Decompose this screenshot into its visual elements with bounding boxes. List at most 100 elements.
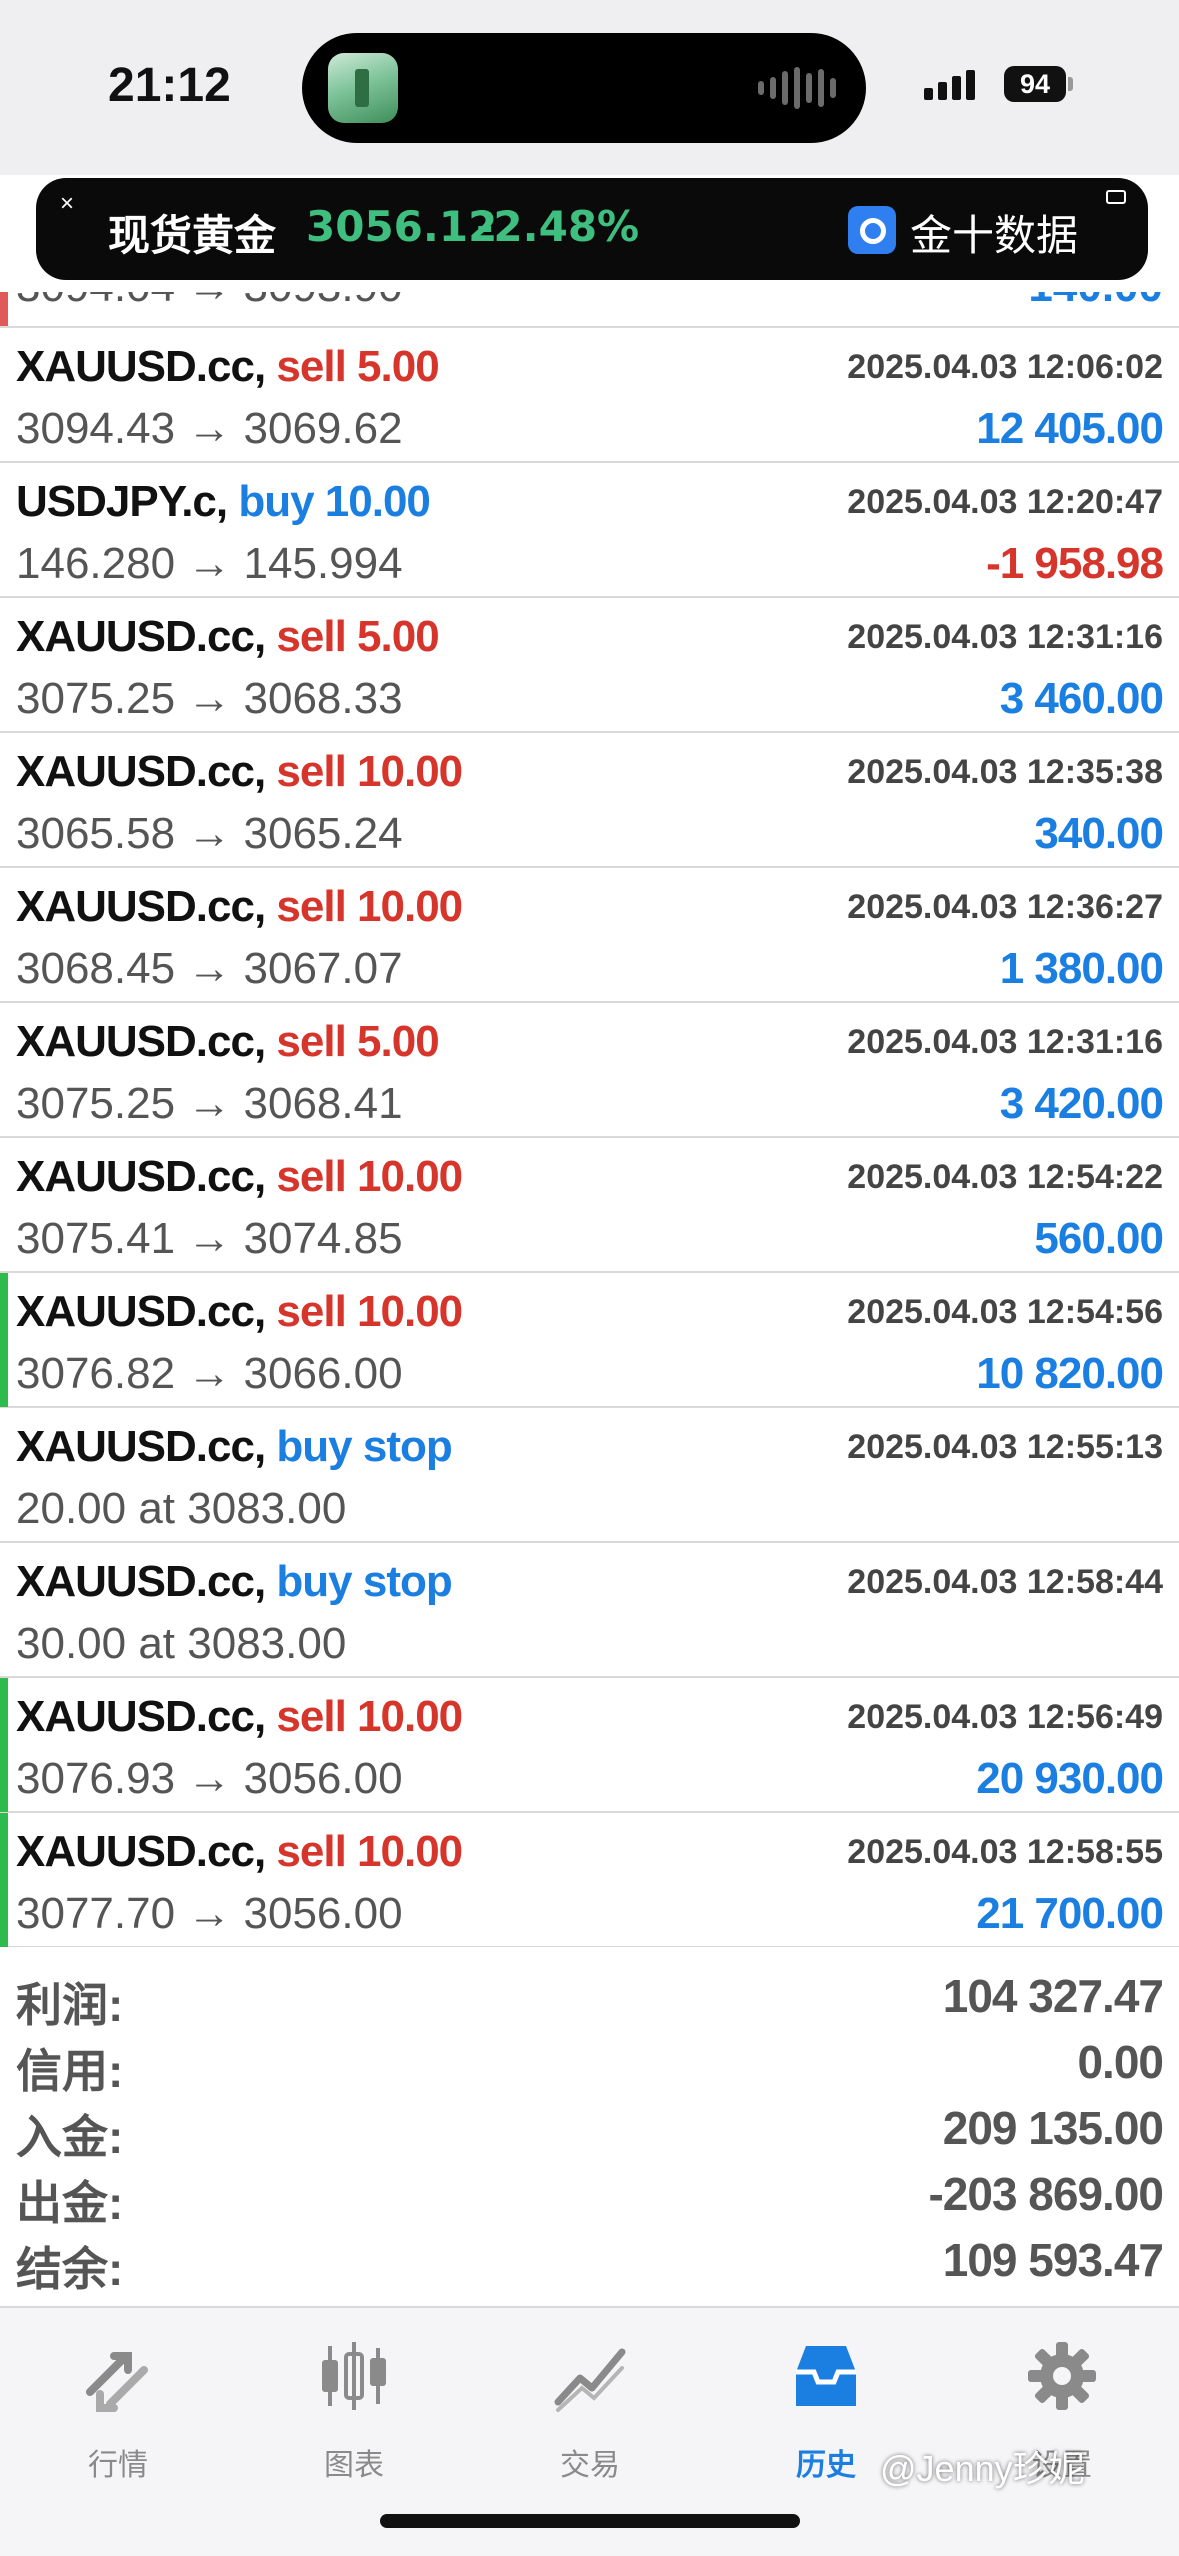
audio-waveform-icon	[758, 67, 836, 109]
symbol-name: XAUUSD.cc,	[16, 1557, 266, 1606]
summary-value: 104 327.47	[942, 1970, 1164, 2022]
row-indicator-bar	[0, 1273, 8, 1407]
summary-label: 利润:	[16, 1979, 124, 2031]
summary-label: 信用:	[16, 2045, 124, 2097]
battery-indicator: 94	[1004, 66, 1066, 102]
list-item[interactable]: XAUUSD.cc, buy stop 2025.04.03 12:55:13 20…	[0, 1408, 1179, 1543]
row-time: 2025.04.03 12:56:49	[847, 1698, 1163, 1736]
symbol-name: XAUUSD.cc,	[16, 1017, 266, 1066]
ticker-brand: 金十数据	[910, 212, 1079, 259]
candlestick-chart-icon	[322, 2342, 386, 2410]
row-profit: 3 460.00	[999, 674, 1164, 723]
summary-label: 入金:	[16, 2111, 124, 2163]
row-profit: 20 930.00	[976, 1754, 1164, 1803]
status-bar: 21:12 94	[0, 0, 1179, 175]
close-icon[interactable]: ×	[60, 190, 74, 218]
row-symbol: XAUUSD.cc, sell 10.00	[16, 1152, 463, 1202]
summary-row: 入金: 209 135.00	[0, 2093, 1179, 2163]
home-indicator[interactable]	[380, 2514, 800, 2528]
trade-action: sell 10.00	[276, 1827, 463, 1876]
row-prices: 146.280 → 145.994	[16, 539, 403, 588]
row-profit: 560.00	[1034, 1214, 1164, 1263]
list-item[interactable]: XAUUSD.cc, sell 10.00 2025.04.03 12:36:27…	[0, 868, 1179, 1003]
row-symbol: XAUUSD.cc, sell 5.00	[16, 1017, 440, 1067]
tab-charts[interactable]: 图表	[236, 2328, 472, 2482]
row-symbol: XAUUSD.cc, buy stop	[16, 1557, 453, 1607]
row-prices: 3068.45 → 3067.07	[16, 944, 403, 993]
list-item[interactable]: XAUUSD.cc, sell 5.00 2025.04.03 12:31:16 3…	[0, 1003, 1179, 1138]
row-time: 2025.04.03 12:54:56	[847, 1293, 1163, 1331]
summary-row: 利润: 104 327.47	[0, 1961, 1179, 2031]
list-item[interactable]: XAUUSD.cc, sell 5.00 2025.04.03 12:06:02 3…	[0, 328, 1179, 463]
row-indicator-bar	[0, 1813, 8, 1947]
symbol-name: XAUUSD.cc,	[16, 1422, 266, 1471]
row-profit: 140.00	[1028, 292, 1163, 312]
tab-label: 交易	[560, 2449, 620, 2482]
list-item[interactable]: XAUUSD.cc, sell 10.00 2025.04.03 12:54:22…	[0, 1138, 1179, 1273]
list-item[interactable]: XAUUSD.cc, sell 10.00 2025.04.03 12:35:38…	[0, 733, 1179, 868]
trade-action: sell 10.00	[276, 882, 463, 931]
summary-value: -203 869.00	[928, 2168, 1164, 2220]
row-time: 2025.04.03 12:58:55	[847, 1833, 1163, 1871]
ticker-price: 3056.12	[306, 202, 498, 251]
tab-label: 图表	[324, 2449, 384, 2482]
row-prices: 20.00 at 3083.00	[16, 1484, 347, 1533]
summary-label: 出金:	[16, 2177, 124, 2229]
row-profit: 21 700.00	[976, 1889, 1164, 1938]
row-time: 2025.04.03 12:20:47	[847, 483, 1163, 521]
list-item[interactable]: XAUUSD.cc, sell 10.00 2025.04.03 12:54:56…	[0, 1273, 1179, 1408]
list-item[interactable]: XAUUSD.cc, sell 5.00 2025.04.03 12:31:16 3…	[0, 598, 1179, 733]
symbol-name: XAUUSD.cc,	[16, 342, 266, 391]
row-profit: 340.00	[1034, 809, 1164, 858]
list-item-partial[interactable]: 3094.04 → 3093.90 140.00	[0, 292, 1179, 328]
row-profit: 10 820.00	[976, 1349, 1164, 1398]
symbol-name: XAUUSD.cc,	[16, 612, 266, 661]
row-prices: 3094.43 → 3069.62	[16, 404, 403, 453]
trade-action: buy stop	[276, 1422, 452, 1471]
dynamic-island[interactable]	[302, 33, 866, 143]
trade-trend-icon	[554, 2348, 626, 2412]
row-time: 2025.04.03 12:06:02	[847, 348, 1163, 386]
expand-icon[interactable]	[1106, 190, 1126, 204]
row-time: 2025.04.03 12:35:38	[847, 753, 1163, 791]
trade-action: sell 5.00	[276, 342, 439, 391]
row-prices: 3076.82 → 3066.00	[16, 1349, 403, 1398]
tab-label: 行情	[88, 2449, 148, 2482]
row-prices: 3065.58 → 3065.24	[16, 809, 403, 858]
row-symbol: XAUUSD.cc, sell 5.00	[16, 342, 440, 392]
row-prices: 3094.04 → 3093.90	[16, 292, 403, 312]
watermark: @Jenny珍妮	[880, 2448, 1085, 2489]
row-symbol: XAUUSD.cc, sell 10.00	[16, 1287, 463, 1337]
list-item[interactable]: XAUUSD.cc, buy stop 2025.04.03 12:58:44 30…	[0, 1543, 1179, 1678]
trade-action: sell 5.00	[276, 612, 439, 661]
summary-row: 信用: 0.00	[0, 2027, 1179, 2097]
tab-quotes[interactable]: 行情	[0, 2328, 236, 2482]
row-time: 2025.04.03 12:58:44	[847, 1563, 1163, 1601]
trade-action: sell 10.00	[276, 1287, 463, 1336]
row-time: 2025.04.03 12:31:16	[847, 618, 1163, 656]
symbol-name: XAUUSD.cc,	[16, 1692, 266, 1741]
trade-action: sell 10.00	[276, 747, 463, 796]
list-item[interactable]: USDJPY.c, buy 10.00 2025.04.03 12:20:47 14…	[0, 463, 1179, 598]
row-indicator-bar	[0, 292, 8, 326]
row-prices: 3076.93 → 3056.00	[16, 1754, 403, 1803]
trade-action: buy stop	[276, 1557, 452, 1606]
symbol-name: XAUUSD.cc,	[16, 1827, 266, 1876]
list-item[interactable]: XAUUSD.cc, sell 10.00 2025.04.03 12:56:49…	[0, 1678, 1179, 1813]
gold-ticker-banner[interactable]: × 现货黄金 3056.12 -2.48% 金十数据	[36, 178, 1148, 280]
tab-trade[interactable]: 交易	[472, 2328, 708, 2482]
summary-value: 109 593.47	[942, 2234, 1164, 2286]
row-time: 2025.04.03 12:54:22	[847, 1158, 1163, 1196]
symbol-name: XAUUSD.cc,	[16, 882, 266, 931]
history-list[interactable]: 3094.04 → 3093.90 140.00 XAUUSD.cc, sell…	[0, 292, 1179, 1947]
trade-action: buy 10.00	[238, 477, 431, 526]
summary-row: 出金: -203 869.00	[0, 2159, 1179, 2229]
row-time: 2025.04.03 12:36:27	[847, 888, 1163, 926]
row-symbol: XAUUSD.cc, sell 5.00	[16, 612, 440, 662]
app-activity-icon	[328, 53, 398, 123]
row-time: 2025.04.03 12:55:13	[847, 1428, 1163, 1466]
row-prices: 3075.41 → 3074.85	[16, 1214, 403, 1263]
row-symbol: XAUUSD.cc, buy stop	[16, 1422, 453, 1472]
list-item[interactable]: XAUUSD.cc, sell 10.00 2025.04.03 12:58:55…	[0, 1813, 1179, 1947]
row-symbol: USDJPY.c, buy 10.00	[16, 477, 431, 527]
